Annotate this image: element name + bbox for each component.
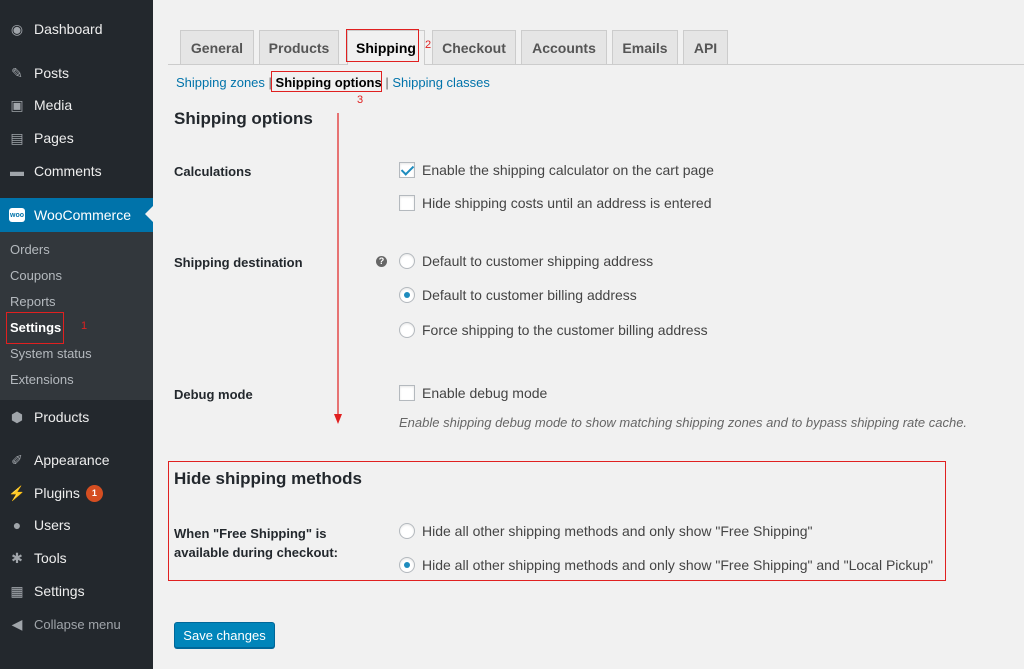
collapse-menu[interactable]: ◀ Collapse menu [0, 608, 153, 640]
submenu-extensions[interactable]: Extensions [10, 372, 74, 387]
menu-users-label: Users [34, 517, 71, 533]
menu-tools[interactable]: ✱ Tools [0, 542, 153, 574]
pages-icon: ▤ [10, 129, 24, 146]
subnav-shipping-zones[interactable]: Shipping zones [176, 75, 265, 90]
dest-option-shipping-address[interactable]: Default to customer shipping address [399, 253, 653, 269]
section-title-shipping-options: Shipping options [174, 109, 313, 128]
brush-icon: ✐ [11, 451, 23, 468]
menu-comments[interactable]: ▬ Comments [0, 155, 153, 187]
subnav-separator: | [385, 75, 389, 90]
calc-option-label: Hide shipping costs until an address is … [422, 195, 712, 211]
plug-icon: ⚡ [8, 484, 26, 501]
help-icon[interactable]: ? [376, 256, 387, 267]
hide-radio-free-shipping[interactable] [399, 523, 415, 539]
dest-option-billing-address[interactable]: Default to customer billing address [399, 287, 637, 303]
debug-checkbox[interactable] [399, 385, 415, 401]
tabs-baseline [168, 64, 1024, 65]
hide-option-label: Hide all other shipping methods and only… [422, 557, 933, 573]
calc-option-label: Enable the shipping calculator on the ca… [422, 162, 714, 178]
section-title-hide-shipping-methods: Hide shipping methods [174, 469, 362, 488]
calc-checkbox-enable-calculator[interactable] [399, 162, 415, 178]
user-icon: ● [12, 517, 22, 533]
menu-woocommerce[interactable]: woo WooCommerce [0, 198, 153, 232]
menu-pages[interactable]: ▤ Pages [0, 122, 153, 154]
menu-pages-label: Pages [34, 130, 74, 146]
menu-users[interactable]: ● Users [0, 509, 153, 541]
annotation-box-shipping [346, 29, 419, 62]
woocommerce-icon: woo [9, 207, 25, 223]
calculations-label: Calculations [174, 164, 252, 179]
submenu-system-status[interactable]: System status [10, 346, 92, 361]
menu-woocommerce-label: WooCommerce [34, 207, 131, 223]
debug-option-label: Enable debug mode [422, 385, 548, 401]
free-shipping-label-line2: available during checkout: [174, 545, 338, 560]
collapse-menu-label: Collapse menu [34, 616, 121, 632]
menu-settings-label: Settings [34, 583, 85, 599]
debug-description: Enable shipping debug mode to show match… [399, 415, 968, 430]
dest-option-label: Default to customer billing address [422, 287, 637, 303]
hide-option-free-shipping[interactable]: Hide all other shipping methods and only… [399, 523, 813, 539]
tab-emails[interactable]: Emails [612, 30, 678, 64]
menu-dashboard-label: Dashboard [34, 21, 103, 37]
pin-icon: ✎ [11, 64, 23, 81]
tab-checkout[interactable]: Checkout [432, 30, 516, 64]
annotation-box-settings [6, 312, 64, 344]
menu-products-label: Products [34, 409, 90, 425]
dest-radio-billing-address[interactable] [399, 287, 415, 303]
menu-tools-label: Tools [34, 550, 67, 566]
menu-posts[interactable]: ✎ Posts [0, 57, 153, 89]
hide-option-free-and-local[interactable]: Hide all other shipping methods and only… [399, 557, 933, 573]
debug-option[interactable]: Enable debug mode [399, 385, 547, 401]
comment-icon: ▬ [10, 163, 24, 179]
submenu-reports[interactable]: Reports [10, 294, 56, 309]
collapse-icon: ◀ [11, 615, 23, 632]
menu-settings[interactable]: ▦ Settings [0, 575, 153, 607]
menu-comments-label: Comments [34, 163, 102, 179]
annotation-box-shipping-options [271, 71, 382, 92]
active-arrow [145, 206, 153, 222]
debug-mode-label: Debug mode [174, 387, 253, 402]
dest-radio-force-billing[interactable] [399, 322, 415, 338]
calc-option-enable-calculator[interactable]: Enable the shipping calculator on the ca… [399, 162, 714, 178]
submenu-coupons[interactable]: Coupons [10, 268, 62, 283]
wrench-icon: ✱ [11, 549, 23, 566]
dest-option-force-billing[interactable]: Force shipping to the customer billing a… [399, 322, 708, 338]
save-changes-button[interactable]: Save changes [174, 622, 275, 648]
media-icon: ▣ [10, 96, 24, 113]
dest-option-label: Force shipping to the customer billing a… [422, 322, 708, 338]
annotation-number-1: 1 [81, 320, 88, 332]
menu-posts-label: Posts [34, 65, 70, 81]
shipping-destination-label: Shipping destination [174, 255, 303, 270]
submenu-orders[interactable]: Orders [10, 242, 50, 257]
free-shipping-label-line1: When "Free Shipping" is [174, 526, 327, 541]
tab-products[interactable]: Products [259, 30, 339, 64]
hide-radio-free-and-local[interactable] [399, 557, 415, 573]
free-shipping-label: When "Free Shipping" is available during… [174, 524, 338, 562]
tab-api[interactable]: API [683, 30, 728, 64]
dashboard-icon: ◉ [10, 20, 24, 37]
subnav-shipping-classes[interactable]: Shipping classes [392, 75, 490, 90]
annotation-number-3: 3 [357, 94, 364, 106]
dest-radio-shipping-address[interactable] [399, 253, 415, 269]
menu-dashboard[interactable]: ◉ Dashboard [0, 13, 153, 45]
menu-appearance-label: Appearance [34, 452, 110, 468]
menu-media[interactable]: ▣ Media [0, 89, 153, 121]
menu-media-label: Media [34, 97, 73, 113]
tab-general[interactable]: General [180, 30, 254, 64]
calc-checkbox-hide-costs[interactable] [399, 195, 415, 211]
hide-option-label: Hide all other shipping methods and only… [422, 523, 813, 539]
menu-plugins[interactable]: ⚡ Plugins 1 [0, 477, 153, 509]
dest-option-label: Default to customer shipping address [422, 253, 654, 269]
calc-option-hide-costs[interactable]: Hide shipping costs until an address is … [399, 195, 712, 211]
annotation-number-2: 2 [425, 39, 432, 51]
products-icon: ⬢ [10, 408, 24, 425]
plugins-update-badge: 1 [85, 484, 103, 502]
menu-plugins-label: Plugins [34, 485, 80, 501]
menu-appearance[interactable]: ✐ Appearance [0, 444, 153, 476]
tab-accounts[interactable]: Accounts [521, 30, 607, 64]
menu-products[interactable]: ⬢ Products [0, 401, 153, 433]
settings-icon: ▦ [10, 582, 24, 599]
